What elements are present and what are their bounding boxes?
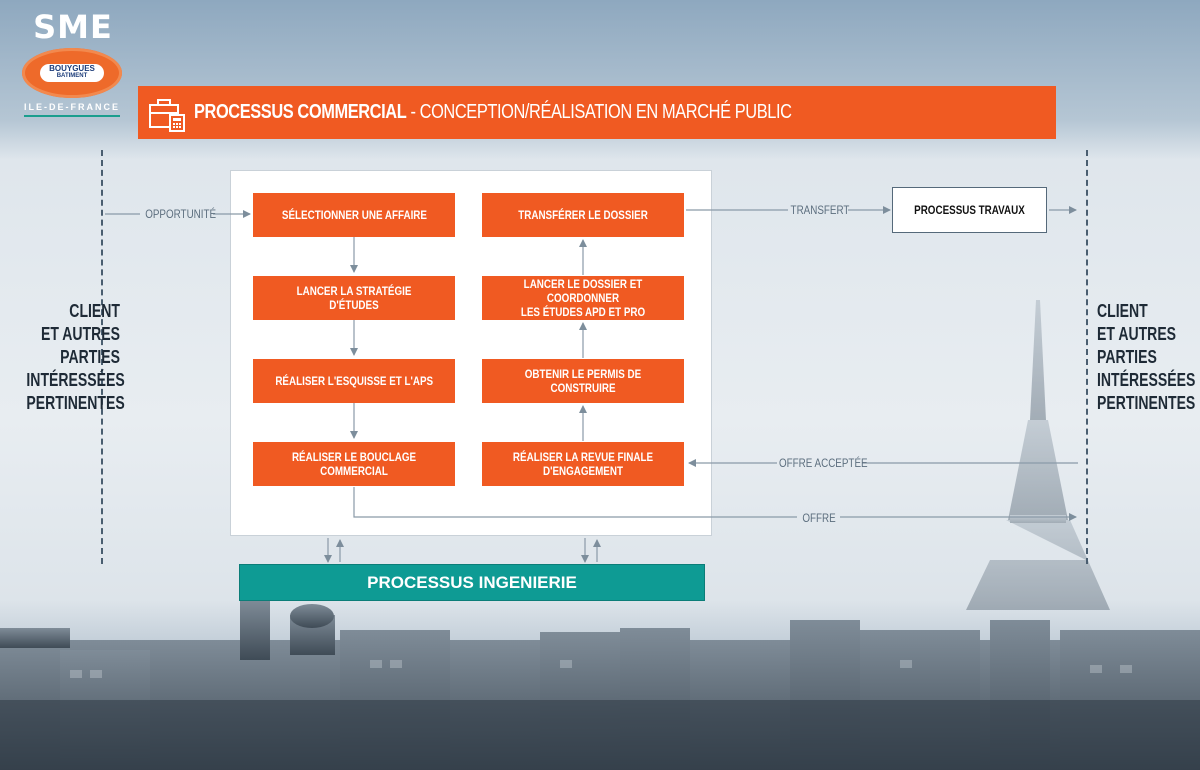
step-launch-strategy: LANCER LA STRATÉGIE D'ÉTUDES [253,276,455,320]
flow-label-offre: OFFRE [802,511,836,525]
process-header-bar: PROCESSUS COMMERCIAL - CONCEPTION/RÉALIS… [138,86,1056,139]
travaux-label: PROCESSUS TRAVAUX [914,203,1025,217]
logo-oval: BOUYGUES BATIMENT [22,48,122,98]
logo-badge: BOUYGUES BATIMENT [40,64,104,82]
right-dashed-line [1086,150,1088,564]
logo-badge-line2: BATIMENT [56,73,88,79]
step-label: LANCER LE DOSSIER ET COORDONNER LES ÉTUD… [520,277,646,319]
left-stakeholders-line: ET AUTRES [40,324,120,344]
step-revue-finale: RÉALISER LA REVUE FINALE D'ENGAGEMENT [482,442,684,486]
left-stakeholders-line: CLIENT [69,301,120,321]
title-bold: PROCESSUS COMMERCIAL [194,101,407,123]
step-label: RÉALISER LA REVUE FINALE D'ENGAGEMENT [512,450,654,478]
step-label: RÉALISER L'ESQUISSE ET L'APS [275,374,433,388]
step-label: TRANSFÉRER LE DOSSIER [518,208,648,222]
company-logo: SME BOUYGUES BATIMENT ILE-DE-FRANCE [20,8,124,118]
step-label: SÉLECTIONNER UNE AFFAIRE [281,208,427,222]
flow-label-opportunite: OPPORTUNITÉ [145,207,217,221]
left-stakeholders-label: CLIENT ET AUTRES PARTIES INTÉRESSÉES PERTINE… [26,300,125,415]
step-label: LANCER LA STRATÉGIE D'ÉTUDES [296,284,412,312]
right-stakeholders-line: PERTINENTES [1097,393,1196,413]
logo-region: ILE-DE-FRANCE [24,102,120,112]
step-select-affaire: SÉLECTIONNER UNE AFFAIRE [253,193,455,237]
right-stakeholders-line: CLIENT [1097,301,1148,321]
processus-travaux-box: PROCESSUS TRAVAUX [892,187,1047,233]
page-title: PROCESSUS COMMERCIAL - CONCEPTION/RÉALIS… [194,101,792,124]
flow-label-offre-acceptee: OFFRE ACCEPTÉE [779,456,868,470]
left-stakeholders-line: INTÉRESSÉES [26,370,125,390]
step-label: RÉALISER LE BOUCLAGE COMMERCIAL [291,450,417,478]
logo-underline [24,115,120,117]
left-stakeholders-line: PARTIES [60,347,120,367]
right-stakeholders-line: ET AUTRES [1097,324,1177,344]
step-bouclage-commercial: RÉALISER LE BOUCLAGE COMMERCIAL [253,442,455,486]
processus-ingenierie-box: PROCESSUS INGENIERIE [239,564,705,601]
step-label: OBTENIR LE PERMIS DE CONSTRUIRE [524,367,642,395]
flow-label-transfert: TRANSFERT [790,203,850,217]
step-launch-dossier: LANCER LE DOSSIER ET COORDONNER LES ÉTUD… [482,276,684,320]
ingenierie-label: PROCESSUS INGENIERIE [367,572,577,592]
title-rest: CONCEPTION/RÉALISATION EN MARCHÉ PUBLIC [419,101,792,123]
briefcase-calculator-icon [149,98,185,132]
left-stakeholders-line: PERTINENTES [26,393,125,413]
logo-badge-line1: BOUYGUES [49,64,95,73]
step-permis-construire: OBTENIR LE PERMIS DE CONSTRUIRE [482,359,684,403]
right-stakeholders-line: INTÉRESSÉES [1097,370,1196,390]
title-separator: - [406,101,420,123]
right-stakeholders-label: CLIENT ET AUTRES PARTIES INTÉRESSÉES PERTINE… [1097,300,1196,415]
eiffel-tower-icon [966,300,1110,610]
step-transfer-dossier: TRANSFÉRER LE DOSSIER [482,193,684,237]
step-esquisse-aps: RÉALISER L'ESQUISSE ET L'APS [253,359,455,403]
logo-brand: SME [33,8,113,46]
right-stakeholders-line: PARTIES [1097,347,1157,367]
